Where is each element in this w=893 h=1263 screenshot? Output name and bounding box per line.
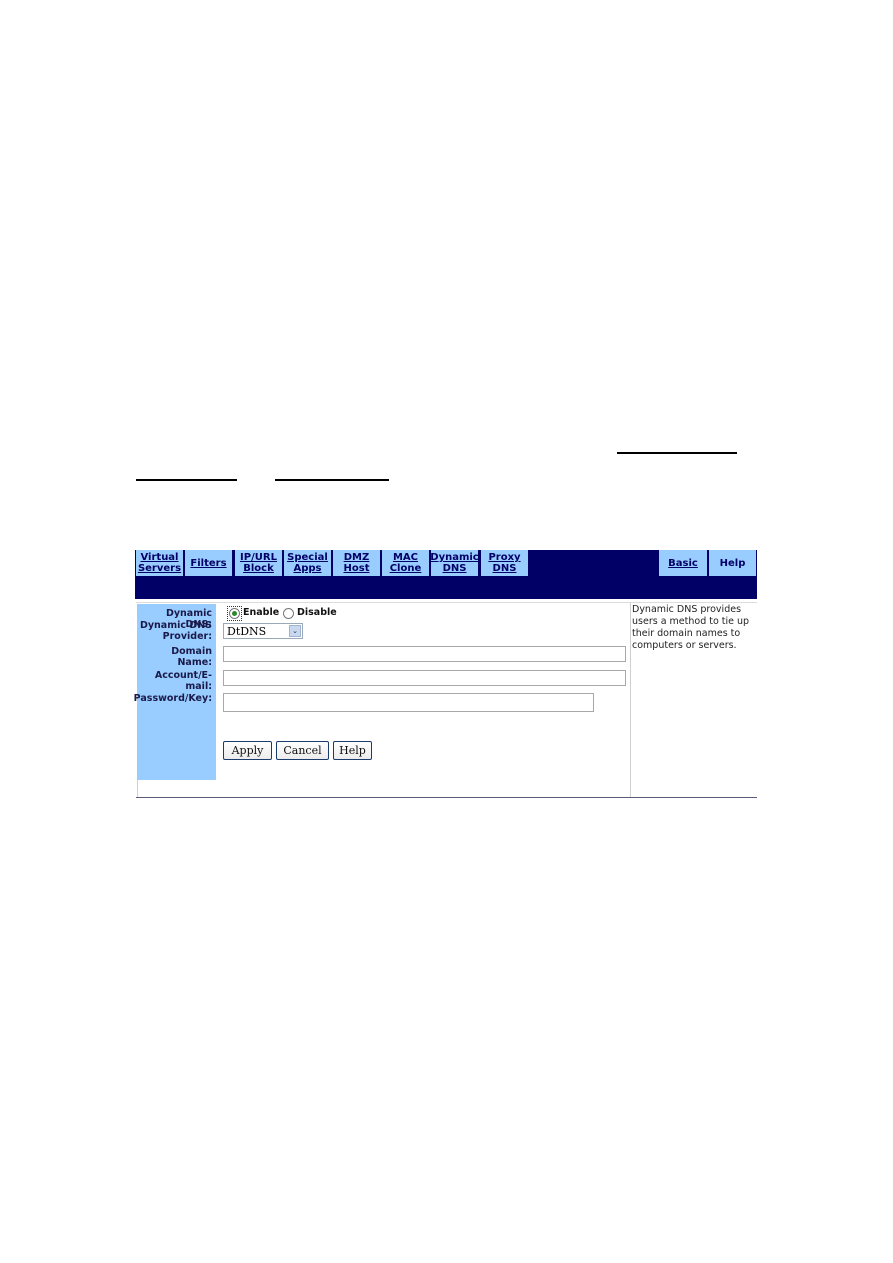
tab-filters[interactable]: Filters xyxy=(185,550,232,576)
enable-label[interactable]: Enable xyxy=(243,607,279,618)
tab-dynamic-dns[interactable]: Dynamic DNS xyxy=(430,550,479,576)
document-link-underline[interactable] xyxy=(617,452,737,454)
account-label-line1: Account/E- xyxy=(154,670,212,681)
tab-label: Help xyxy=(719,557,746,569)
tab-label: Special xyxy=(287,552,328,563)
enable-radio[interactable] xyxy=(229,608,240,619)
cancel-button[interactable]: Cancel xyxy=(276,741,329,760)
panel-bottom-border xyxy=(136,797,757,798)
account-label: Account/E- mail: xyxy=(155,670,212,692)
disable-label[interactable]: Disable xyxy=(297,607,337,618)
panel-left-edge xyxy=(137,780,138,798)
tab-special-apps[interactable]: Special Apps xyxy=(284,550,331,576)
tab-proxy-dns[interactable]: Proxy DNS xyxy=(481,550,528,576)
tab-virtual-servers[interactable]: Virtual Servers xyxy=(136,550,183,576)
provider-select[interactable]: DtDNS ⌄ xyxy=(223,623,303,639)
tab-help[interactable]: Help xyxy=(709,550,756,576)
apply-button[interactable]: Apply xyxy=(223,741,272,760)
account-email-input[interactable] xyxy=(223,670,626,686)
password-key-input[interactable] xyxy=(223,693,594,712)
tab-label: Clone xyxy=(389,563,422,574)
tab-label: IP/URL xyxy=(240,552,277,563)
provider-label: Dynamic DNS Provider: xyxy=(140,620,212,642)
tab-label: Virtual xyxy=(140,552,179,563)
domain-name-input[interactable] xyxy=(223,646,626,662)
tab-ip-url-block[interactable]: IP/URL Block xyxy=(235,550,282,576)
account-label-line2: mail: xyxy=(185,681,212,692)
tab-basic[interactable]: Basic xyxy=(659,550,707,576)
enable-radio-focus xyxy=(227,606,242,621)
help-button[interactable]: Help xyxy=(333,741,372,760)
help-column-divider xyxy=(630,603,631,798)
tab-label: Apps xyxy=(293,563,322,574)
tab-label: Block xyxy=(243,563,274,574)
tab-label: Filters xyxy=(190,557,227,569)
provider-label-line2: Provider: xyxy=(162,631,212,642)
document-link-underline[interactable] xyxy=(136,479,237,481)
domain-name-label: Domain Name: xyxy=(171,646,212,668)
provider-select-value: DtDNS xyxy=(227,625,267,638)
tab-label: MAC xyxy=(392,552,418,563)
dynamic-dns-panel: Dynamic DNS: Dynamic DNS Provider: Domai… xyxy=(133,602,757,798)
help-description: Dynamic DNS provides users a method to t… xyxy=(632,604,750,651)
chevron-down-icon[interactable]: ⌄ xyxy=(289,625,301,637)
label-column: Dynamic DNS: Dynamic DNS Provider: Domai… xyxy=(133,604,216,780)
tab-mac-clone[interactable]: MAC Clone xyxy=(382,550,429,576)
tab-label: Servers xyxy=(137,563,182,574)
tab-label: DMZ xyxy=(343,552,370,563)
tab-label: Host xyxy=(343,563,370,574)
tab-label: Dynamic xyxy=(430,552,479,563)
tab-label: Proxy xyxy=(488,552,521,563)
tab-label: DNS xyxy=(442,563,467,574)
tab-dmz-host[interactable]: DMZ Host xyxy=(333,550,380,576)
tab-label: DNS xyxy=(492,563,517,574)
nav-bar: Virtual Servers Filters IP/URL Block Speci… xyxy=(135,550,757,599)
password-label: Password/Key: xyxy=(133,693,212,704)
tab-label: Basic xyxy=(668,557,698,569)
document-link-underline[interactable] xyxy=(275,479,389,481)
disable-radio[interactable] xyxy=(283,608,294,619)
provider-label-line1: Dynamic DNS xyxy=(139,620,212,631)
